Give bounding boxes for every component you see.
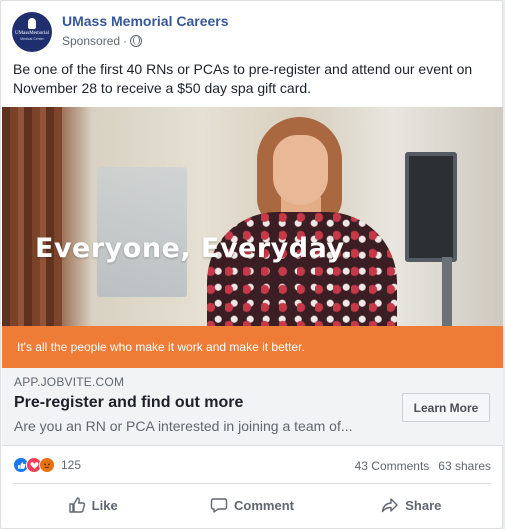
angry-reaction-icon xyxy=(39,457,55,473)
equipment-shelf-graphic xyxy=(97,167,187,297)
nurse-scrubs xyxy=(207,212,397,326)
hero-headline: Everyone, Everyday. xyxy=(35,233,353,264)
link-domain: APP.JOBVITE.COM xyxy=(14,375,125,389)
comment-share-counts: 43 Comments 63 shares xyxy=(355,459,491,473)
globe-icon[interactable] xyxy=(130,35,143,47)
link-description: Are you an RN or PCA interested in joini… xyxy=(14,418,353,434)
thumbs-up-icon xyxy=(68,497,85,513)
link-preview[interactable]: APP.JOBVITE.COM Pre-register and find ou… xyxy=(2,368,503,446)
like-label: Like xyxy=(91,497,118,513)
ad-banner[interactable]: It's all the people who make it work and… xyxy=(2,326,503,368)
avatar-logo-subtext: Medical Center xyxy=(20,37,44,41)
nurse-photo xyxy=(197,117,397,326)
ad-image[interactable]: Everyone, Everyday. xyxy=(2,107,503,326)
page-avatar[interactable]: UMassMemorial Medical Center xyxy=(12,12,52,52)
like-button[interactable]: Like xyxy=(13,487,172,523)
post-header: UMassMemorial Medical Center UMass Memor… xyxy=(12,12,492,52)
post-text: Be one of the first 40 RNs or PCAs to pr… xyxy=(13,61,473,96)
meta-separator: · xyxy=(123,34,128,48)
comments-count[interactable]: 43 Comments xyxy=(355,459,430,473)
share-button[interactable]: Share xyxy=(332,487,491,523)
ad-post-card: UMassMemorial Medical Center UMass Memor… xyxy=(0,0,503,529)
curtain-graphic xyxy=(2,107,62,326)
link-title[interactable]: Pre-register and find out more xyxy=(14,394,243,412)
nurse-face xyxy=(273,135,328,205)
post-actions: Like Comment Share xyxy=(13,487,491,523)
engagement-stats: 125 43 Comments 63 shares xyxy=(13,456,491,476)
share-label: Share xyxy=(405,497,442,513)
learn-more-button[interactable]: Learn More xyxy=(402,393,490,422)
actions-divider xyxy=(13,483,491,484)
comment-icon xyxy=(210,498,228,513)
post-meta: Sponsored · xyxy=(62,34,143,48)
banner-text: It's all the people who make it work and… xyxy=(17,340,305,354)
comment-label: Comment xyxy=(234,497,294,513)
page-name-link[interactable]: UMass Memorial Careers xyxy=(62,13,229,29)
monitor-graphic xyxy=(405,152,457,262)
logo-icon xyxy=(28,18,36,29)
sponsored-label[interactable]: Sponsored xyxy=(62,34,120,48)
shares-count[interactable]: 63 shares xyxy=(438,459,491,473)
monitor-stand-graphic xyxy=(442,257,452,326)
reactions-summary[interactable]: 125 xyxy=(13,457,81,473)
share-icon xyxy=(382,498,398,513)
comment-button[interactable]: Comment xyxy=(172,487,331,523)
reaction-count: 125 xyxy=(61,458,82,472)
